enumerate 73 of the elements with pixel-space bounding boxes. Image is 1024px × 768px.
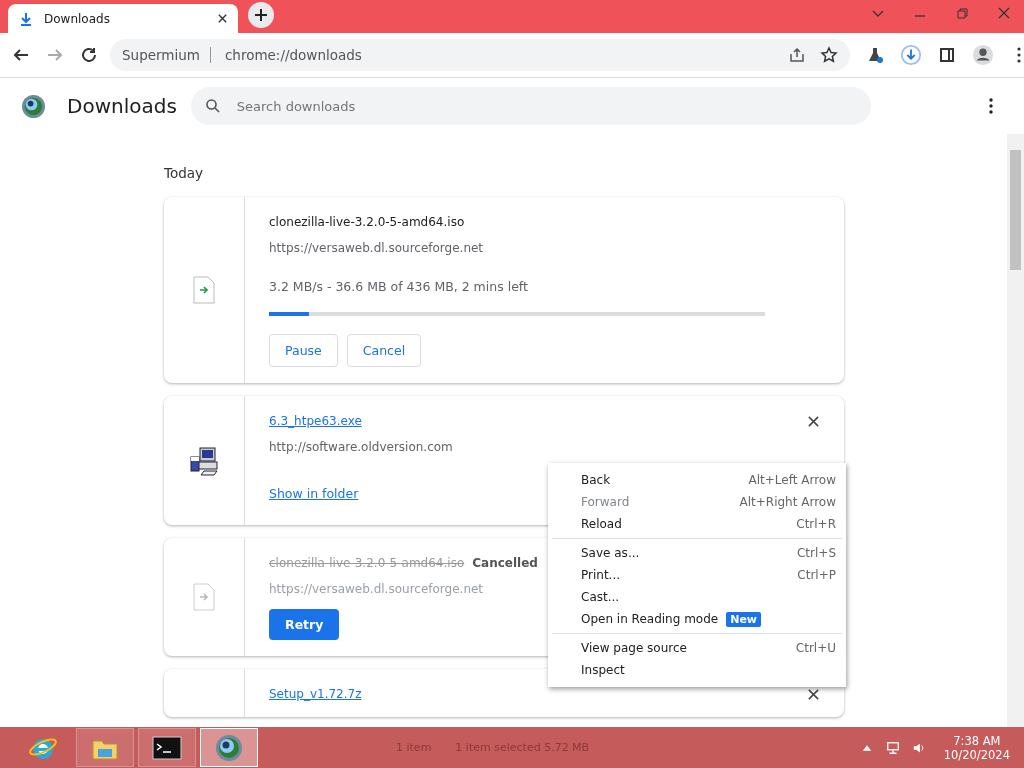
file-name: clonezilla-live-3.2.0-5-amd64.iso xyxy=(269,556,465,570)
new-tab-button[interactable] xyxy=(248,2,274,28)
flask-icon[interactable] xyxy=(866,46,884,64)
action-button[interactable]: Cancel xyxy=(346,334,422,367)
time-text: 7:38 AM xyxy=(953,733,1001,748)
clock[interactable]: 7:38 AM 10/20/2024 xyxy=(943,733,1010,762)
action-button[interactable]: Pause xyxy=(269,334,338,367)
tab-title: Downloads xyxy=(44,11,111,26)
download-icon xyxy=(18,10,34,27)
menu-item-label: View page source xyxy=(581,641,687,655)
shortcut-text: Ctrl+R xyxy=(796,517,836,531)
shortcut-text: Alt+Left Arrow xyxy=(748,473,836,487)
new-badge: New xyxy=(726,611,762,627)
retry-button[interactable]: Retry xyxy=(269,609,340,640)
status-text: 1 item xyxy=(396,741,432,754)
globe-logo-icon xyxy=(214,732,244,763)
side-panel-icon[interactable] xyxy=(938,46,956,64)
source-url: https://versaweb.dl.sourceforge.net xyxy=(269,241,484,255)
menu-item-label: Cast... xyxy=(581,590,620,604)
share-icon[interactable] xyxy=(788,46,806,64)
menu-item-label: Open in Reading mode xyxy=(581,612,719,626)
url-text: chrome://downloads xyxy=(224,47,362,63)
menu-item[interactable]: Inspect xyxy=(548,659,846,681)
status-text: Cancelled xyxy=(472,556,538,570)
source-url: https://versaweb.dl.sourceforge.net xyxy=(269,582,484,596)
close-icon[interactable] xyxy=(217,13,228,24)
date-text: 10/20/2024 xyxy=(943,747,1010,762)
restore-icon[interactable] xyxy=(955,5,969,20)
search-icon xyxy=(204,98,221,114)
menu-item-label: Reload xyxy=(581,517,622,531)
menu-item[interactable]: Print... Ctrl+P xyxy=(548,564,846,586)
menu-item[interactable]: View page source Ctrl+U xyxy=(548,637,846,659)
file-icon xyxy=(192,276,216,304)
file-icon xyxy=(192,583,216,611)
browser-tab[interactable]: Downloads xyxy=(8,4,238,33)
menu-item-label: Inspect xyxy=(581,663,625,677)
menu-item-label: Print... xyxy=(581,568,621,582)
star-icon[interactable] xyxy=(820,46,838,64)
status-text: 1 item selected 5.72 MB xyxy=(455,741,590,754)
search-field[interactable]: Search downloads xyxy=(190,87,871,125)
file-name-link[interactable]: 6.3_htpe63.exe xyxy=(269,414,362,428)
taskbar-app[interactable] xyxy=(200,728,258,767)
shortcut-text: Ctrl+S xyxy=(796,546,836,560)
section-heading: Today xyxy=(164,165,205,181)
menu-item[interactable]: Save as... Ctrl+S xyxy=(548,542,846,564)
page-title: Downloads xyxy=(67,94,177,118)
menu-item-label: Back xyxy=(581,473,611,487)
globe-logo-icon xyxy=(21,93,46,119)
reload-icon[interactable] xyxy=(80,46,98,64)
menu-item-label: Forward xyxy=(581,495,630,509)
file-name-link[interactable]: Setup_v1.72.7z xyxy=(269,687,362,701)
scrollbar-thumb[interactable] xyxy=(1010,150,1021,270)
menu-item[interactable]: Cast... xyxy=(548,586,846,608)
file-name: clonezilla-live-3.2.0-5-amd64.iso xyxy=(269,215,465,229)
computer-installer-icon xyxy=(188,444,220,477)
source-url: http://software.oldversion.com xyxy=(269,440,453,454)
scrollbar[interactable] xyxy=(1007,134,1024,727)
address-bar[interactable]: Supermium chrome://downloads xyxy=(110,39,850,71)
download-icon[interactable] xyxy=(900,44,922,66)
taskbar-app[interactable] xyxy=(138,728,196,767)
menu-item-label: Save as... xyxy=(581,546,640,560)
shortcut-text: Ctrl+U xyxy=(795,641,836,655)
menu-item[interactable]: Back Alt+Left Arrow xyxy=(548,469,846,491)
shortcut-text: Alt+Right Arrow xyxy=(739,495,836,509)
close-icon[interactable] xyxy=(807,414,820,428)
shortcut-text: Ctrl+P xyxy=(797,568,836,582)
profile-icon[interactable] xyxy=(972,44,994,66)
network-icon[interactable] xyxy=(885,740,900,755)
close-icon[interactable] xyxy=(807,687,820,701)
menu-item[interactable]: Open in Reading mode New xyxy=(548,608,846,630)
site-name: Supermium xyxy=(122,47,211,63)
progress-status: 3.2 MB/s - 36.6 MB of 436 MB, 2 mins left xyxy=(269,279,529,294)
menu-item[interactable]: Reload Ctrl+R xyxy=(548,513,846,535)
